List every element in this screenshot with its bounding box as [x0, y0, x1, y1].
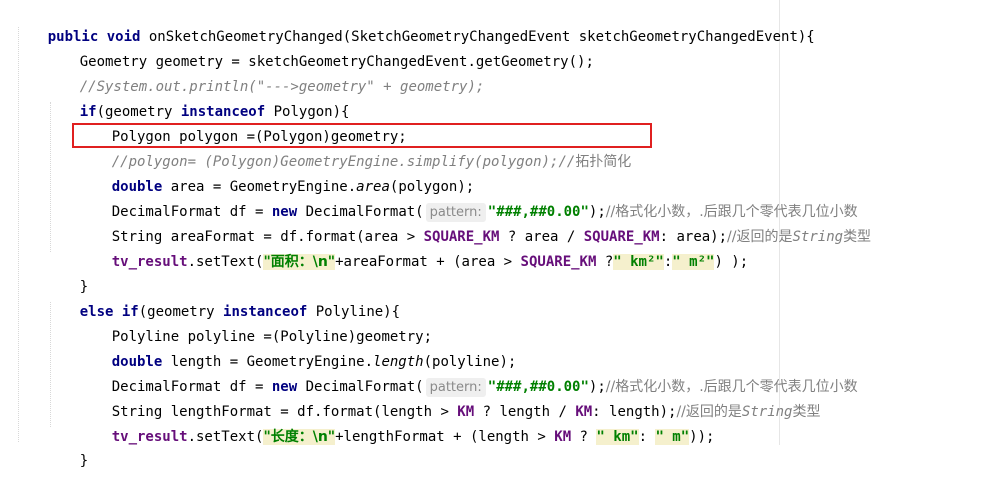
code-line[interactable]: String areaFormat = df.format(area > SQU… [78, 200, 871, 245]
code-line[interactable]: String lengthFormat = df.format(length >… [78, 375, 821, 420]
code-text: } [79, 453, 89, 469]
code-line[interactable]: public void onSketchGeometryChanged(Sket… [14, 0, 815, 45]
string-literal: "面积：\n" [263, 254, 336, 270]
constant: KM [554, 429, 572, 445]
highlight-box [72, 123, 652, 148]
code-line[interactable]: } [46, 424, 88, 469]
code-line[interactable]: else if(geometry instanceof Polyline){ [46, 275, 400, 320]
code-editor[interactable]: public void onSketchGeometryChanged(Sket… [0, 0, 1000, 469]
code-line[interactable]: Geometry geometry = sketchGeometryChange… [46, 25, 594, 70]
code-line[interactable]: Polyline polyline =(Polyline)geometry; [78, 300, 432, 345]
code-text: : [638, 429, 656, 445]
field: tv_result [111, 429, 188, 445]
code-line[interactable]: //System.out.println("--->geometry" + ge… [46, 50, 485, 95]
comment: String [741, 404, 793, 420]
comment: String [792, 229, 844, 245]
field: tv_result [111, 254, 188, 270]
string-literal: " km²" [613, 254, 664, 270]
constant: SQUARE_KM [520, 254, 597, 270]
code-line[interactable]: tv_result.setText("面积：\n"+areaFormat + (… [78, 225, 748, 270]
code-text: ? [571, 429, 597, 445]
code-line[interactable]: } [46, 250, 88, 295]
code-line[interactable]: Polygon polygon =(Polygon)geometry; [78, 100, 407, 145]
string-literal: "长度：\n" [263, 429, 336, 445]
code-text: +lengthFormat + (length > [335, 429, 555, 445]
code-text: ) ); [714, 254, 749, 270]
code-text: .setText( [187, 429, 264, 445]
string-literal: " m²" [672, 254, 715, 270]
comment: 拓扑简化 [575, 154, 632, 170]
code-text: .setText( [187, 254, 264, 270]
code-line[interactable]: double area = GeometryEngine.area(polygo… [78, 150, 474, 195]
string-literal: " m" [655, 429, 690, 445]
code-line[interactable]: if(geometry instanceof Polygon){ [46, 75, 350, 120]
code-line[interactable]: double length = GeometryEngine.length(po… [78, 325, 517, 370]
indent-guide [18, 27, 19, 442]
comment: 类型 [792, 404, 821, 420]
code-line[interactable]: DecimalFormat df = new DecimalFormat(pat… [78, 175, 858, 222]
code-line[interactable]: tv_result.setText("长度：\n"+lengthFormat +… [78, 400, 714, 445]
code-line[interactable]: DecimalFormat df = new DecimalFormat(pat… [78, 350, 858, 397]
code-text: )); [689, 429, 715, 445]
string-literal: " km" [596, 429, 639, 445]
code-text: ? [596, 254, 614, 270]
comment: 类型 [843, 229, 872, 245]
code-text: +areaFormat + (area > [335, 254, 521, 270]
